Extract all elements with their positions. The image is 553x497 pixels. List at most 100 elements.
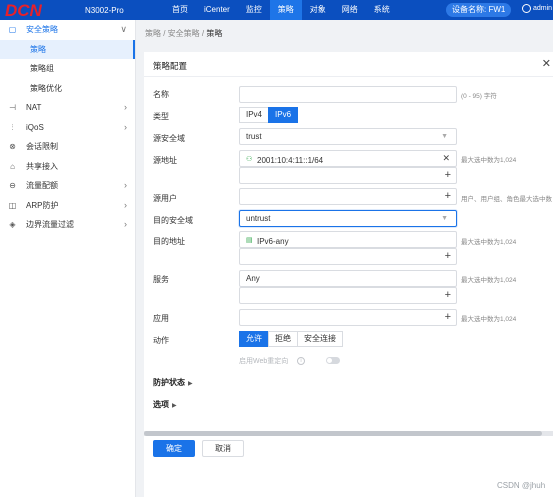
user-menu[interactable]: admin [522, 4, 552, 13]
src-addr-label: 源地址 [153, 156, 177, 165]
breadcrumb-path[interactable]: 策略 / 安全策略 / [145, 29, 206, 38]
options-section[interactable]: 选项 ▶ [153, 399, 177, 410]
sidebar-item-traffic-quota[interactable]: ⊖ 流量配额 › [0, 176, 135, 196]
web-redirect-switch[interactable] [326, 357, 340, 364]
caret-right-icon: ▶ [172, 403, 177, 409]
sidebar-item-iqos[interactable]: ⫶ iQoS › [0, 118, 135, 138]
breadcrumb: 策略 / 安全策略 / 策略 [145, 28, 222, 39]
sidebar-item-border-filter[interactable]: ◈ 边界流量过滤 › [0, 215, 135, 235]
address-object-icon: ▤ [246, 237, 253, 244]
panel-title: 策略配置 [153, 61, 188, 71]
sidebar-item-label: ARP防护 [26, 200, 59, 210]
src-addr-hint: 最大选中数为1,024 [461, 157, 517, 164]
chevron-right-icon: › [124, 102, 127, 112]
chevron-right-icon: › [124, 199, 127, 210]
service-add-row[interactable]: + [239, 287, 457, 304]
dst-addr-add-row[interactable]: + [239, 248, 457, 265]
chevron-right-icon: › [124, 180, 127, 190]
dst-addr-value: IPv6-any [257, 236, 289, 246]
policy-config-panel: 策略配置 ✕ 名称 (0 - 95) 字符 类型 IPv4 IPv6 源安全域 … [144, 52, 553, 497]
quota-icon: ⊖ [9, 181, 16, 190]
nav-home[interactable]: 首页 [164, 0, 196, 20]
service-label: 服务 [153, 275, 169, 284]
src-addr-add-row[interactable]: + [239, 167, 457, 184]
dst-zone-select[interactable]: untrust ▼ [239, 210, 457, 227]
app-label: 应用 [153, 314, 169, 323]
sidebar-sub-policy-group[interactable]: 策略组 [0, 59, 135, 79]
protect-state-section[interactable]: 防护状态 ▶ [153, 377, 193, 388]
caret-down-icon: ▼ [441, 133, 448, 140]
device-model: N3002-Pro [85, 6, 124, 15]
sidebar-sub-policy[interactable]: 策略 [0, 39, 135, 59]
add-icon[interactable]: + [445, 189, 451, 204]
sidebar-sub-policy-optimize[interactable]: 策略优化 [0, 79, 135, 99]
sidebar-item-security-policy[interactable]: ▢ 安全策略 ∨ [0, 20, 135, 40]
options-label: 选项 [153, 400, 169, 409]
filter-icon: ◈ [9, 220, 16, 229]
src-zone-label: 源安全域 [153, 134, 185, 143]
cancel-button[interactable]: 取消 [202, 440, 244, 457]
sidebar-item-nat[interactable]: ⊣ NAT › [0, 98, 135, 118]
sidebar-item-session-limit[interactable]: ⊗ 会话限制 [0, 137, 135, 157]
sidebar-item-share-access[interactable]: ⌂ 共享接入 [0, 157, 135, 177]
user-icon [522, 4, 531, 13]
dst-addr-label: 目的地址 [153, 237, 185, 246]
dcn-logo: DCN [5, 1, 43, 19]
src-addr-value: 2001:10:4:11::1/64 [257, 155, 324, 165]
dst-addr-item: ▤ IPv6-any [239, 231, 457, 248]
type-ipv6-button[interactable]: IPv6 [268, 107, 299, 123]
src-zone-select[interactable]: trust ▼ [239, 128, 457, 145]
main-nav: 首页 iCenter 监控 策略 对象 网络 系统 [164, 0, 398, 20]
nav-object[interactable]: 对象 [302, 0, 334, 20]
service-hint: 最大选中数为1,024 [461, 277, 517, 284]
src-user-add-row[interactable]: + [239, 188, 457, 205]
app-hint: 最大选中数为1,024 [461, 316, 517, 323]
action-secure-connect-button[interactable]: 安全连接 [297, 331, 343, 347]
scrollbar-thumb[interactable] [144, 431, 542, 436]
ok-button[interactable]: 确定 [153, 440, 195, 457]
action-toggle: 允许 拒绝 安全连接 [239, 331, 343, 347]
add-icon[interactable]: + [445, 249, 451, 264]
device-name-badge[interactable]: 设备名称: FW1 [446, 3, 512, 17]
type-ipv4-button[interactable]: IPv4 [239, 107, 270, 123]
remove-icon[interactable]: ✕ [442, 151, 450, 166]
add-icon[interactable]: + [445, 288, 451, 303]
nav-system[interactable]: 系统 [366, 0, 398, 20]
sidebar-item-arp[interactable]: ◫ ARP防护 › [0, 196, 135, 216]
address-object-icon: ⚇ [246, 156, 253, 163]
breadcrumb-current: 策略 [206, 29, 223, 38]
nat-icon: ⊣ [9, 103, 16, 112]
close-icon[interactable]: ✕ [542, 57, 551, 70]
action-deny-button[interactable]: 拒绝 [268, 331, 298, 347]
sidebar-item-label: 边界流量过滤 [26, 220, 74, 229]
dst-zone-value: untrust [246, 214, 271, 223]
add-icon[interactable]: + [445, 310, 451, 325]
type-toggle: IPv4 IPv6 [239, 107, 299, 123]
nav-network[interactable]: 网络 [334, 0, 366, 20]
sidebar-item-label: 安全策略 [26, 25, 58, 34]
web-redirect-label: 启用Web重定向 [239, 358, 289, 365]
name-input[interactable] [239, 86, 457, 103]
divider [144, 76, 553, 77]
dst-zone-label: 目的安全域 [153, 216, 193, 225]
action-allow-button[interactable]: 允许 [239, 331, 269, 347]
add-icon[interactable]: + [445, 168, 451, 183]
app-add-row[interactable]: + [239, 309, 457, 326]
sidebar-item-label: NAT [26, 103, 42, 112]
nav-policy[interactable]: 策略 [269, 0, 302, 20]
nav-monitor[interactable]: 监控 [238, 0, 270, 20]
name-label: 名称 [153, 90, 169, 99]
action-label: 动作 [153, 336, 169, 345]
watermark: CSDN @jhuh [497, 481, 546, 490]
nav-icenter[interactable]: iCenter [196, 0, 238, 20]
chevron-right-icon: › [124, 219, 127, 229]
service-item: Any [239, 270, 457, 287]
svg-text:DCN: DCN [5, 1, 43, 19]
src-user-hint: 用户、用户组、角色最大选中数 [461, 196, 552, 203]
horizontal-scrollbar[interactable] [144, 431, 553, 436]
chevron-down-icon: ∨ [120, 24, 127, 34]
info-icon: i [297, 357, 305, 365]
type-label: 类型 [153, 112, 169, 121]
name-hint: (0 - 95) 字符 [461, 93, 497, 100]
sidebar: ▢ 安全策略 ∨ 策略 策略组 策略优化 ⊣ NAT › ⫶ iQoS › ⊗ … [0, 20, 136, 497]
